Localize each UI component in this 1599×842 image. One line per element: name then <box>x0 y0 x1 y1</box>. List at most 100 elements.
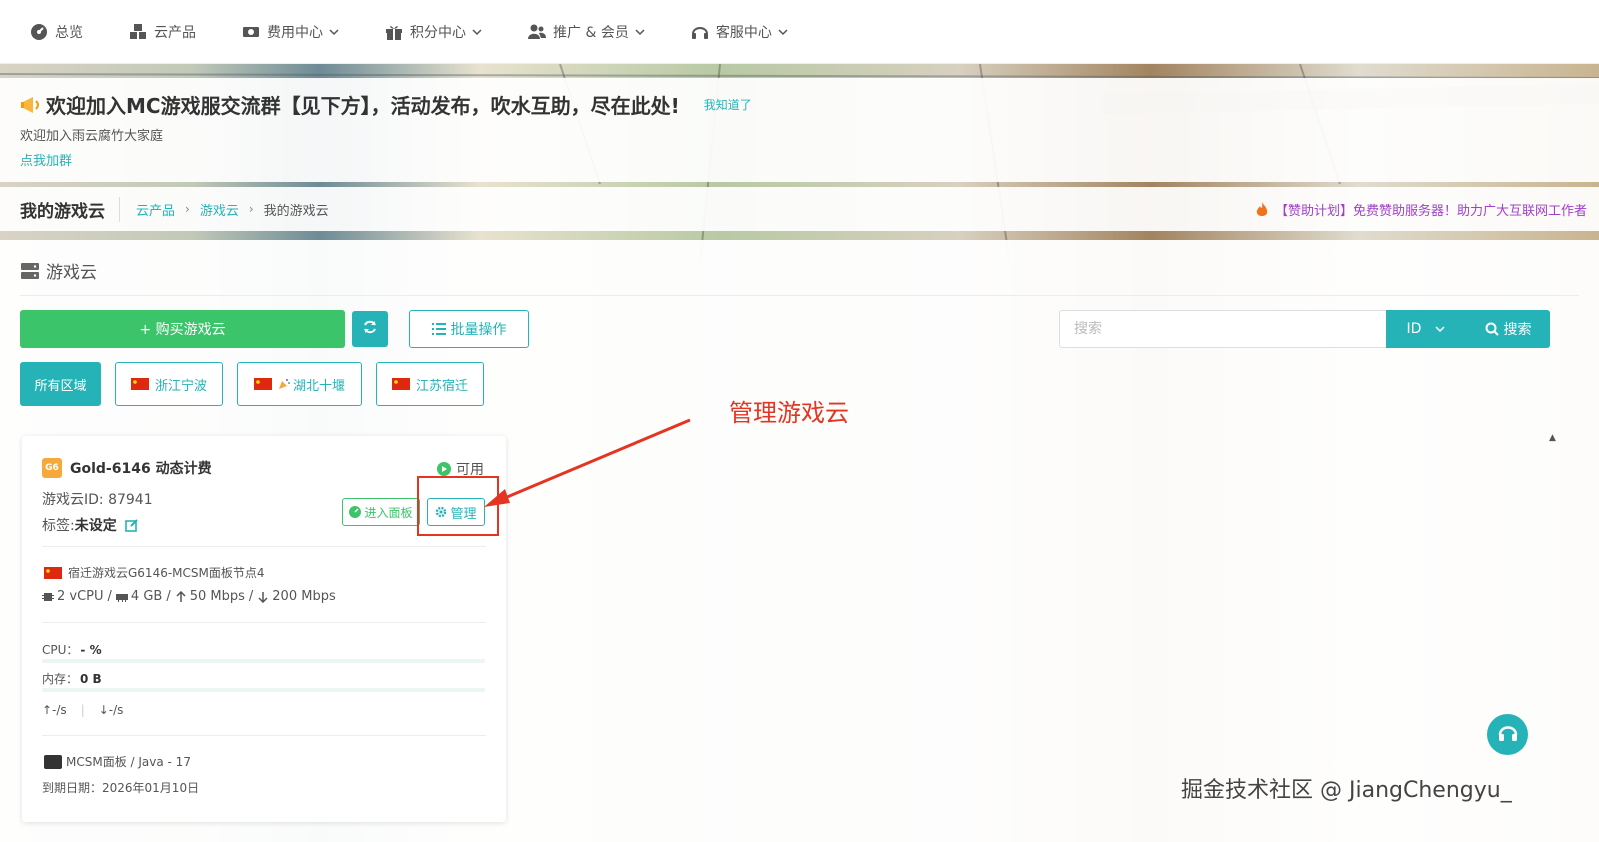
tag-label: 标签: <box>42 518 75 534</box>
memory-metric: 内存： 0 B <box>42 670 102 687</box>
breadcrumb-current: 我的游戏云 <box>263 203 329 219</box>
plan-badge: G6 <box>42 458 62 478</box>
arrow-down-icon <box>257 591 269 603</box>
region-filter-jiangsu-suqian[interactable]: 江苏宿迁 <box>376 362 484 406</box>
search-button[interactable]: 搜索 <box>1466 310 1550 348</box>
status-badge: 可用 <box>437 459 484 479</box>
play-circle-icon <box>437 462 451 476</box>
dashboard-icon <box>30 23 48 41</box>
spec-separator: / <box>248 589 254 604</box>
chevron-down-icon <box>329 27 339 37</box>
spec-separator: / <box>107 589 112 604</box>
runtime-text: MCSM面板 / Java - 17 <box>66 755 191 769</box>
section-header: 游戏云 <box>20 258 97 283</box>
memory-usage-bar <box>42 688 485 692</box>
region-label: 所有区域 <box>34 378 87 394</box>
nav-item-label: 费用中心 <box>267 24 323 41</box>
cpu-value: - % <box>80 643 102 657</box>
breadcrumb-cloud-products[interactable]: 云产品 <box>136 200 175 219</box>
enter-panel-label: 进入面板 <box>364 505 413 520</box>
region-filter-all[interactable]: 所有区域 <box>20 362 101 406</box>
node-name: 宿迁游戏云G6146-MCSM面板节点4 <box>68 566 265 580</box>
users-icon <box>528 23 546 41</box>
sponsor-promo-link[interactable]: 【赞助计划】免费赞助服务器！助力广大互联网工作者 <box>1255 200 1587 219</box>
nav-item-points[interactable]: 积分中心 <box>385 22 482 42</box>
nav-item-billing[interactable]: 费用中心 <box>242 22 339 42</box>
edit-icon[interactable] <box>124 518 139 532</box>
cpu-metric: CPU： - % <box>42 641 102 658</box>
nav-item-label: 总览 <box>55 24 83 41</box>
breadcrumb-bar: 我的游戏云 云产品 › 游戏云 › 我的游戏云 【赞助计划】免费赞助服务器！助力… <box>0 187 1599 231</box>
card-divider <box>42 735 486 736</box>
megaphone-icon <box>20 94 42 116</box>
card-divider <box>42 546 486 547</box>
top-navigation: 总览 云产品 费用中心 积分中心 推广 & 会员 客服中心 <box>0 0 1599 64</box>
nav-item-label: 推广 & 会员 <box>553 24 629 41</box>
breadcrumb-game-cloud[interactable]: 游戏云 <box>200 200 239 219</box>
china-flag-icon <box>391 378 410 390</box>
headset-icon <box>691 23 709 41</box>
server-icon <box>20 262 40 280</box>
annotation-text: 管理游戏云 <box>729 399 849 427</box>
nav-item-support[interactable]: 客服中心 <box>691 22 788 42</box>
game-cloud-card: G6 Gold-6146 动态计费 可用 游戏云ID: 87941 标签: 未设… <box>22 436 506 822</box>
nav-item-promotion[interactable]: 推广 & 会员 <box>528 22 645 42</box>
node-info: 宿迁游戏云G6146-MCSM面板节点4 <box>44 564 265 581</box>
search-input[interactable] <box>1059 310 1387 348</box>
mcsm-icon <box>44 754 62 769</box>
tag-row: 标签: 未设定 <box>42 515 139 535</box>
support-chat-button[interactable] <box>1487 714 1528 755</box>
spec-row: 2 vCPU / 4 GB / 50 Mbps / 200 Mbps <box>42 589 336 604</box>
memory-label: 内存： <box>42 672 79 686</box>
sponsor-promo-text: 【赞助计划】免费赞助服务器！助力广大互联网工作者 <box>1274 204 1587 219</box>
announcement-title-row: 欢迎加入MC游戏服交流群【见下方】，活动发布，吹水互助，尽在此处! 我知道了 <box>20 90 1579 119</box>
manage-button[interactable]: 管理 <box>427 498 485 526</box>
search-field-value: ID <box>1406 321 1422 337</box>
breadcrumb-separator: › <box>185 202 190 216</box>
network-speed: ↑-/s | ↓-/s <box>42 703 123 717</box>
announcement-banner: 欢迎加入MC游戏服交流群【见下方】，活动发布，吹水互助，尽在此处! 我知道了 欢… <box>0 78 1599 182</box>
buy-game-cloud-button[interactable]: + 购买游戏云 <box>20 310 345 348</box>
dismiss-link[interactable]: 我知道了 <box>704 96 752 113</box>
cubes-icon <box>129 23 147 41</box>
refresh-icon <box>362 319 378 339</box>
chevron-down-icon <box>472 27 482 37</box>
party-icon <box>278 378 290 390</box>
memory-value: 0 B <box>80 672 102 686</box>
status-text: 可用 <box>456 462 484 478</box>
network-separator: | <box>80 703 85 717</box>
china-flag-icon <box>253 378 272 390</box>
spec-separator: / <box>166 589 171 604</box>
game-cloud-id: 游戏云ID: 87941 <box>42 492 153 508</box>
nav-item-cloud-products[interactable]: 云产品 <box>129 22 196 42</box>
nav-item-label: 客服中心 <box>715 24 772 41</box>
cpu-icon <box>42 591 54 603</box>
nav-item-label: 积分中心 <box>410 24 466 41</box>
spec-cpu: 2 vCPU <box>57 589 104 604</box>
region-filter-zhejiang-ningbo[interactable]: 浙江宁波 <box>115 362 223 406</box>
search-icon <box>1485 322 1499 336</box>
gift-icon <box>385 23 403 41</box>
page-title: 我的游戏云 <box>20 196 120 222</box>
region-label: 浙江宁波 <box>154 378 207 394</box>
batch-operation-button[interactable]: 批量操作 <box>409 310 529 348</box>
announcement-title: 欢迎加入MC游戏服交流群【见下方】，活动发布，吹水互助，尽在此处! <box>46 94 680 118</box>
batch-operation-label: 批量操作 <box>450 322 507 338</box>
dashboard-icon <box>349 506 362 518</box>
cpu-usage-bar <box>42 659 485 663</box>
card-title: Gold-6146 动态计费 <box>70 461 212 477</box>
region-filter-hubei-shiyan[interactable]: 湖北十堰 <box>237 362 362 406</box>
list-icon <box>431 323 446 335</box>
enter-panel-button[interactable]: 进入面板 <box>342 498 420 526</box>
join-group-link[interactable]: 点我加群 <box>20 150 72 169</box>
nav-item-overview[interactable]: 总览 <box>30 22 83 42</box>
chevron-down-icon <box>1435 324 1445 334</box>
headset-icon <box>1497 722 1519 748</box>
refresh-button[interactable] <box>352 311 388 347</box>
network-up: ↑-/s <box>42 703 67 717</box>
region-label: 湖北十堰 <box>292 378 345 394</box>
scroll-up-arrow[interactable]: ▲ <box>1549 433 1556 443</box>
section-divider <box>20 295 1579 296</box>
search-field-select[interactable]: ID <box>1386 310 1466 348</box>
card-title-row: G6 Gold-6146 动态计费 <box>42 458 212 478</box>
